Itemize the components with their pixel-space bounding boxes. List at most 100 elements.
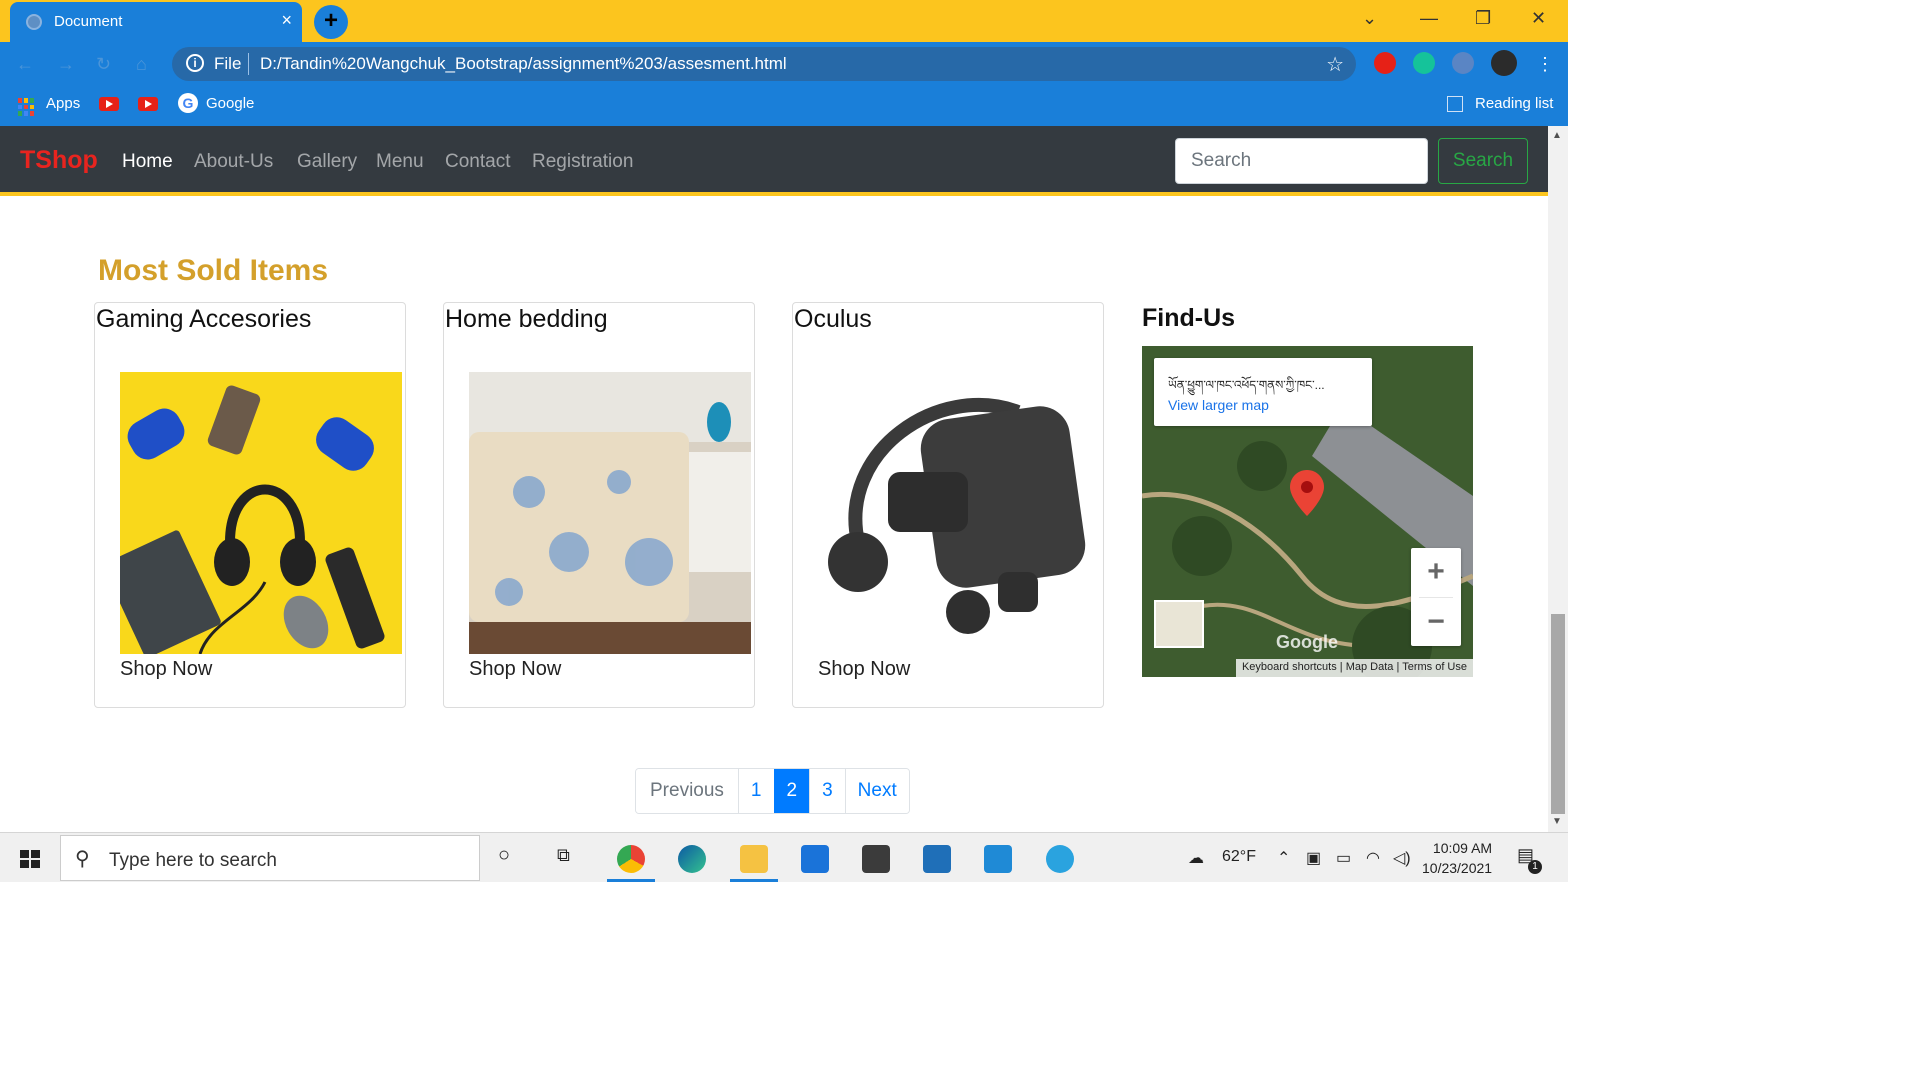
system-clock[interactable]: 10:09 AM 10/23/2021 xyxy=(1422,838,1492,878)
home-icon[interactable]: ⌂ xyxy=(136,54,147,75)
tab-search-icon[interactable]: ⌄ xyxy=(1362,8,1377,29)
site-search-button[interactable]: Search xyxy=(1438,138,1528,184)
telegram-icon[interactable] xyxy=(1046,845,1074,873)
browser-toolbar: ← → ↻ ⌂ i File D:/Tandin%20Wangchuk_Boot… xyxy=(0,42,1568,86)
meet-now-icon[interactable]: ▣ xyxy=(1306,848,1321,868)
browser-tab-strip: Document × + ⌄ — ❐ ✕ xyxy=(0,0,1568,42)
taskbar-search-box[interactable]: ⚲ Type here to search xyxy=(60,835,480,881)
active-app-indicator xyxy=(730,879,778,882)
shop-now-link[interactable]: Shop Now xyxy=(818,658,910,681)
map-data-link[interactable]: Map Data xyxy=(1346,661,1394,673)
pagination-next[interactable]: Next xyxy=(844,769,909,813)
map-zoom-control: + − xyxy=(1411,548,1461,646)
close-tab-icon[interactable]: × xyxy=(281,10,292,31)
scroll-thumb[interactable] xyxy=(1551,614,1565,814)
profile-avatar[interactable] xyxy=(1491,50,1517,76)
weather-icon[interactable]: ☁ xyxy=(1188,848,1204,868)
grammarly-extension-icon[interactable] xyxy=(1413,52,1435,74)
pagination-page-1[interactable]: 1 xyxy=(737,769,774,813)
keyboard-shortcuts-link[interactable]: Keyboard shortcuts xyxy=(1242,661,1337,673)
map-info-card: ཡོན་ཕྱུག་ལ་ཁང་འཕོད་གནས་ཀྱི་ཁང་... View l… xyxy=(1154,358,1372,426)
reading-list-icon xyxy=(1447,96,1463,112)
embedded-map[interactable]: ཡོན་ཕྱུག་ལ་ཁང་འཕོད་གནས་ཀྱི་ཁང་... View l… xyxy=(1142,346,1473,677)
more-menu-icon[interactable]: ⋮ xyxy=(1536,54,1554,75)
windows-taskbar: ⚲ Type here to search ○ ⧉ ☁ 62°F ⌃ ▣ ▭ ◠… xyxy=(0,832,1568,882)
terms-of-use-link[interactable]: Terms of Use xyxy=(1402,661,1467,673)
taskbar-search-placeholder: Type here to search xyxy=(109,850,277,871)
youtube-icon[interactable] xyxy=(138,97,158,111)
nav-registration[interactable]: Registration xyxy=(532,151,633,173)
chrome-icon[interactable] xyxy=(617,845,645,873)
shop-now-link[interactable]: Shop Now xyxy=(469,658,561,681)
minimize-icon[interactable]: — xyxy=(1420,8,1438,29)
nav-contact[interactable]: Contact xyxy=(445,151,510,173)
brand-logo[interactable]: TShop xyxy=(20,146,98,175)
shop-now-link[interactable]: Shop Now xyxy=(120,658,212,681)
nav-gallery[interactable]: Gallery xyxy=(297,151,357,173)
extensions-puzzle-icon[interactable] xyxy=(1452,52,1474,74)
site-navbar: TShop Home About-Us Gallery Menu Contact… xyxy=(0,126,1548,196)
zoom-out-button[interactable]: − xyxy=(1411,598,1461,647)
cortana-icon[interactable]: ○ xyxy=(498,844,510,867)
new-tab-button[interactable]: + xyxy=(314,5,348,39)
edge-icon[interactable] xyxy=(678,845,706,873)
find-us-title: Find-Us xyxy=(1142,304,1236,332)
address-url[interactable]: D:/Tandin%20Wangchuk_Bootstrap/assignmen… xyxy=(260,54,787,74)
divider xyxy=(248,53,249,75)
browser-tab[interactable]: Document × xyxy=(10,2,302,42)
sublime-text-icon[interactable] xyxy=(862,845,890,873)
forward-icon[interactable]: → xyxy=(57,54,75,75)
wifi-icon[interactable]: ◠ xyxy=(1366,848,1380,868)
site-search-input[interactable] xyxy=(1175,138,1428,184)
reading-list-button[interactable]: Reading list xyxy=(1475,95,1553,112)
product-card: Gaming Accesories Shop Now xyxy=(94,302,406,708)
close-window-icon[interactable]: ✕ xyxy=(1531,8,1546,29)
page-scrollbar[interactable]: ▲ ▼ xyxy=(1548,126,1568,832)
file-explorer-icon[interactable] xyxy=(740,845,768,873)
task-view-icon[interactable]: ⧉ xyxy=(557,845,570,866)
reload-icon[interactable]: ↻ xyxy=(96,54,111,75)
pagination-page-3[interactable]: 3 xyxy=(809,769,845,813)
zoom-in-button[interactable]: + xyxy=(1411,548,1461,597)
clock-time: 10:09 AM xyxy=(1432,840,1493,856)
nav-about-us[interactable]: About-Us xyxy=(194,151,273,173)
bookmark-star-icon[interactable]: ☆ xyxy=(1326,52,1344,77)
google-icon: G xyxy=(178,93,198,113)
mail-icon[interactable] xyxy=(801,845,829,873)
view-larger-map-link[interactable]: View larger map xyxy=(1168,397,1269,413)
card-title: Gaming Accesories xyxy=(96,305,312,333)
card-title: Home bedding xyxy=(445,305,608,333)
nav-menu[interactable]: Menu xyxy=(376,151,424,173)
nav-home[interactable]: Home xyxy=(122,151,173,173)
info-icon[interactable]: i xyxy=(186,54,204,72)
bookmark-apps[interactable]: Apps xyxy=(46,95,80,112)
pagination: Previous 1 2 3 Next xyxy=(635,768,910,814)
web-page: TShop Home About-Us Gallery Menu Contact… xyxy=(0,126,1548,832)
battery-icon[interactable]: ▭ xyxy=(1336,848,1351,868)
gaming-accessories-image xyxy=(120,372,402,654)
oculus-headset-image xyxy=(818,372,1100,654)
adblock-extension-icon[interactable] xyxy=(1374,52,1396,74)
card-title: Oculus xyxy=(794,305,872,333)
vscode-icon[interactable] xyxy=(984,845,1012,873)
weather-temp[interactable]: 62°F xyxy=(1222,848,1256,866)
back-icon[interactable]: ← xyxy=(16,54,34,75)
volume-icon[interactable]: ◁) xyxy=(1393,848,1411,868)
scroll-down-icon[interactable]: ▼ xyxy=(1552,816,1562,827)
scroll-up-icon[interactable]: ▲ xyxy=(1552,130,1562,141)
map-type-toggle[interactable] xyxy=(1154,600,1204,648)
windows-start-icon[interactable] xyxy=(20,850,40,868)
map-pin-icon[interactable] xyxy=(1290,470,1324,516)
address-scheme: File xyxy=(214,54,242,73)
search-icon: ⚲ xyxy=(75,848,90,870)
show-hidden-icons[interactable]: ⌃ xyxy=(1277,848,1290,868)
restore-icon[interactable]: ❐ xyxy=(1475,8,1491,29)
pagination-previous[interactable]: Previous xyxy=(636,769,738,813)
active-app-indicator xyxy=(607,879,655,882)
address-bar[interactable]: i File D:/Tandin%20Wangchuk_Bootstrap/as… xyxy=(172,47,1356,81)
notification-count: 1 xyxy=(1528,860,1542,874)
youtube-icon[interactable] xyxy=(99,97,119,111)
pagination-page-2[interactable]: 2 xyxy=(773,769,810,813)
bookmark-google[interactable]: Google xyxy=(206,95,254,112)
brackets-icon[interactable] xyxy=(923,845,951,873)
